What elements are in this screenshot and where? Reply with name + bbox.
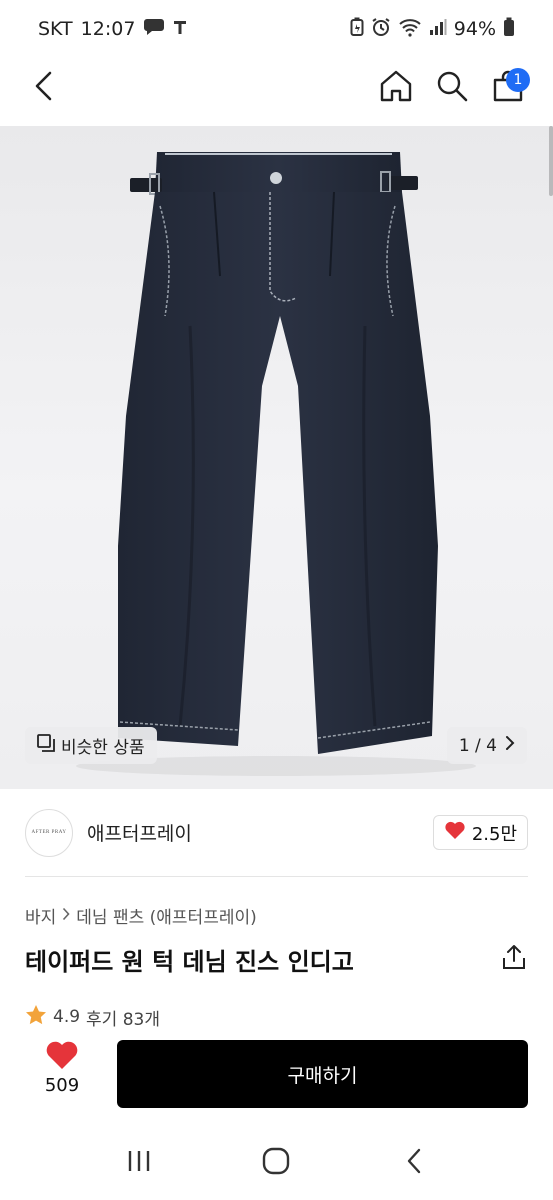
similar-products-label: 비슷한 상품 [61,738,145,758]
home-nav-button[interactable] [252,1139,300,1187]
breadcrumb: 바지 데님 팬츠 (애프터프레이) [25,903,257,928]
image-pager[interactable]: 1 / 4 [446,727,527,764]
similar-products-button[interactable]: 비슷한 상품 [25,727,157,764]
back-nav-button[interactable] [390,1139,438,1187]
app-header: 1 [0,58,553,126]
wishlist-count: 509 [44,1075,80,1096]
buy-button[interactable]: 구매하기 [117,1040,528,1108]
back-arrow-icon [33,71,55,105]
breadcrumb-item-subcategory[interactable]: 데님 팬츠 (애프터프레이) [76,903,256,928]
alarm-icon [371,17,391,42]
brand-like-button[interactable]: 2.5만 [432,815,528,850]
brand-name[interactable]: 애프터프레이 [87,819,192,846]
scrollbar-thumb[interactable] [549,126,553,196]
product-image[interactable] [0,126,553,789]
search-icon [436,70,468,106]
battery-saver-icon [350,17,364,42]
clock: 12:07 [80,18,136,40]
home-icon [379,69,413,107]
rating-row[interactable]: 4.9 후기 83개 [25,1004,160,1030]
status-bar: SKT 12:07 94% [0,0,553,58]
system-nav-bar [0,1126,553,1200]
battery-icon [503,17,515,42]
back-button[interactable] [20,64,68,112]
rating-value: 4.9 [53,1007,81,1027]
wifi-icon [398,17,422,42]
home-button[interactable] [372,64,420,112]
pager-label: 1 / 4 [458,735,497,756]
cart-count-badge: 1 [506,68,530,92]
brand-logo-text: AFTER PRAY [31,830,67,835]
chat-bubble-icon [143,17,165,42]
divider [25,876,528,877]
star-icon [25,1004,47,1030]
purchase-bar: 509 구매하기 [0,1030,553,1126]
brand-like-count: 2.5만 [471,823,517,845]
carrier-label: SKT [38,18,73,40]
share-icon [502,944,526,974]
recent-apps-button[interactable] [115,1139,163,1187]
heart-icon [444,820,466,845]
breadcrumb-item-category[interactable]: 바지 [25,903,56,928]
product-title: 테이퍼드 원 턱 데님 진스 인디고 [25,948,354,976]
copy-icon [37,734,55,757]
brand-logo[interactable]: AFTER PRAY [25,808,73,857]
t-app-icon [173,18,187,40]
heart-icon [45,1040,79,1075]
back-chevron-icon [406,1148,422,1178]
battery-percent: 94% [453,18,496,40]
wishlist-button[interactable]: 509 [30,1040,94,1096]
signal-icon [429,18,447,41]
recent-apps-icon [126,1149,152,1177]
denim-pants-image [76,152,476,776]
home-circle-icon [262,1147,290,1179]
search-button[interactable] [428,64,476,112]
share-button[interactable] [500,944,528,974]
chevron-right-icon [62,906,70,926]
brand-row: AFTER PRAY 애프터프레이 2.5만 [25,805,528,860]
cart-button[interactable]: 1 [484,64,532,112]
review-count: 후기 83개 [86,1009,161,1030]
chevron-right-icon [505,735,515,756]
